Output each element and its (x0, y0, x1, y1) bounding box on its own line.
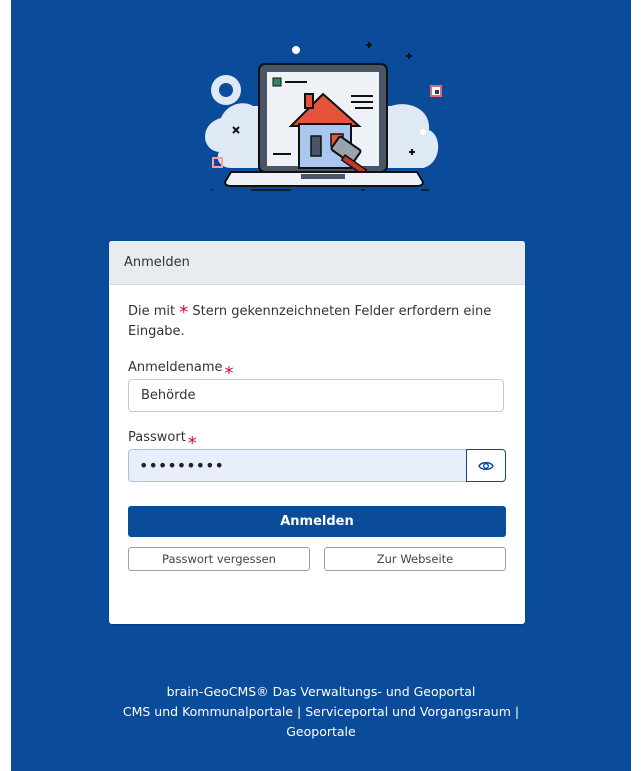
password-row: ••••••••• (128, 449, 506, 482)
password-value: ••••••••• (139, 456, 224, 475)
username-required-star-icon: * (224, 363, 234, 384)
footer-line-1: brain-GeoCMS® Das Verwaltungs- und Geopo… (166, 684, 476, 699)
house-laptop-illustration (205, 42, 442, 191)
go-to-website-button[interactable]: Zur Webseite (324, 547, 506, 571)
username-input[interactable]: Behörde (128, 379, 504, 412)
eye-icon (478, 461, 494, 470)
required-hint: Die mit * Stern gekennzeichneten Felder … (128, 302, 506, 342)
card-body: Die mit * Stern gekennzeichneten Felder … (109, 302, 525, 571)
login-page: Anmelden Die mit * Stern gekennzeichnete… (11, 0, 631, 771)
card-header: Anmelden (109, 241, 525, 285)
forgot-password-button[interactable]: Passwort vergessen (128, 547, 310, 571)
password-required-star-icon: * (187, 433, 197, 454)
login-card: Anmelden Die mit * Stern gekennzeichnete… (109, 241, 525, 624)
password-input[interactable]: ••••••••• (128, 449, 466, 482)
password-label: Passwort * (128, 425, 506, 453)
password-label-text: Passwort (128, 430, 186, 445)
footer: brain-GeoCMS® Das Verwaltungs- und Geopo… (11, 682, 631, 742)
secondary-actions: Passwort vergessen Zur Webseite (128, 547, 506, 571)
username-label: Anmeldename * (128, 355, 506, 383)
username-value: Behörde (141, 388, 196, 403)
footer-line-2: CMS und Kommunalportale | Serviceportal … (122, 704, 520, 719)
card-title: Anmelden (124, 255, 190, 270)
show-password-button[interactable] (466, 449, 506, 482)
username-label-text: Anmeldename (128, 360, 223, 375)
hint-text-before: Die mit (128, 304, 180, 319)
login-button[interactable]: Anmelden (128, 506, 506, 537)
required-star-icon: * (179, 302, 189, 323)
footer-line-3: Geoportale (286, 724, 356, 739)
